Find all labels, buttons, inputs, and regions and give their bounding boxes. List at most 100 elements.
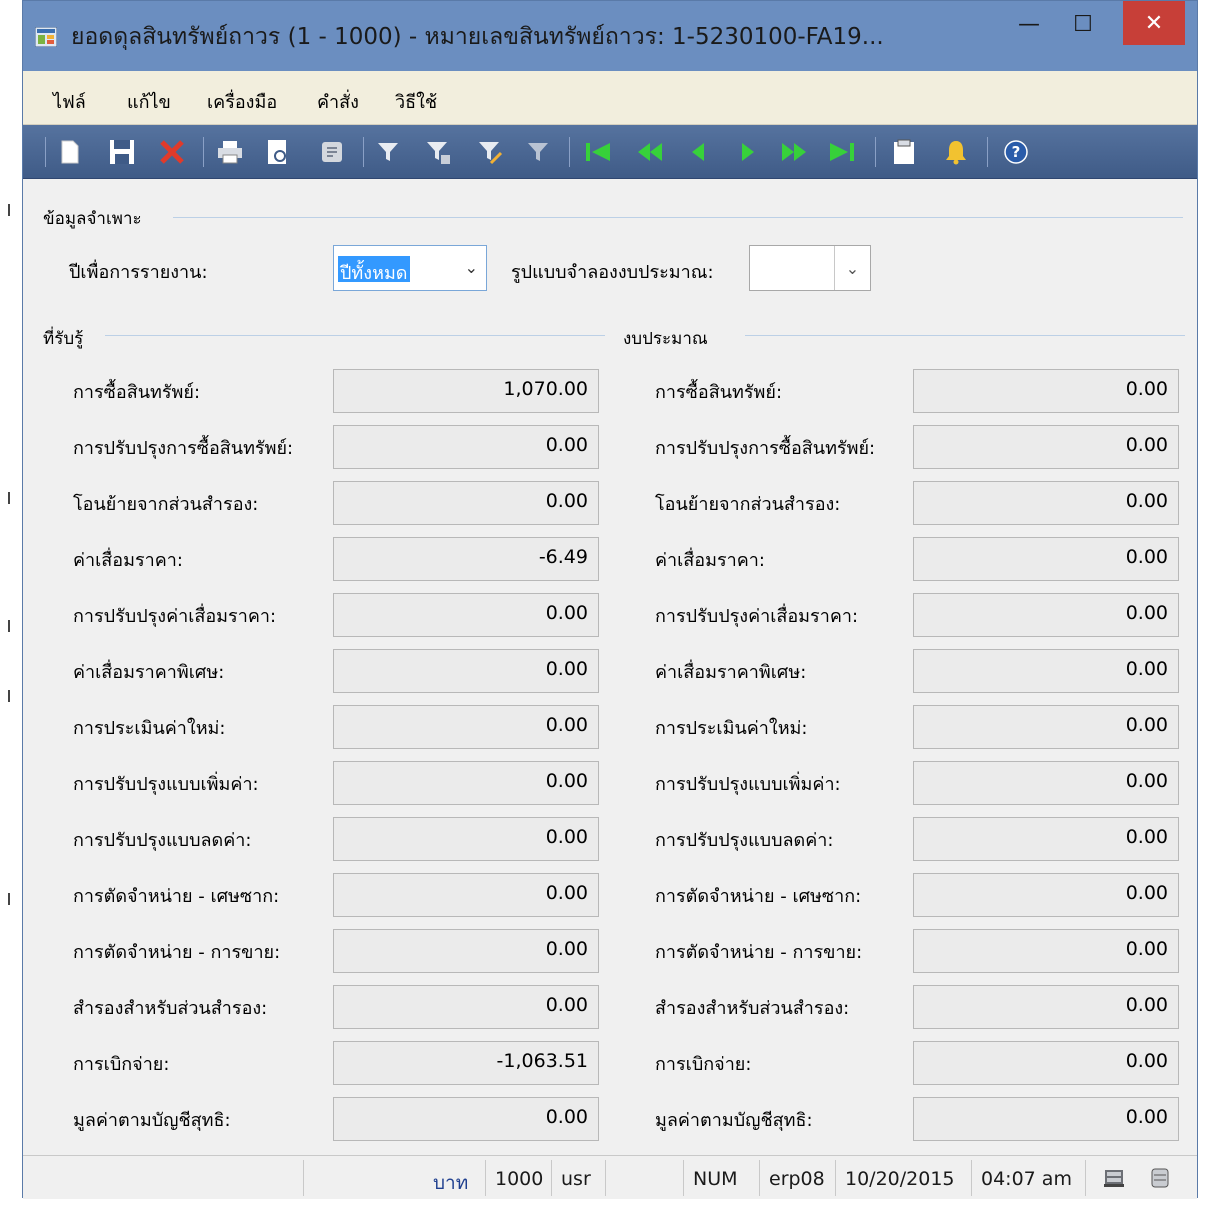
previous-page-icon[interactable] (635, 137, 665, 167)
received-field[interactable]: 0.00 (333, 593, 599, 637)
received-field[interactable]: 0.00 (333, 649, 599, 693)
menu-tools[interactable]: เครื่องมือ (207, 87, 277, 116)
received-label: การตัดจำหน่าย - เศษซาก: (73, 886, 280, 907)
first-record-icon[interactable] (583, 137, 613, 167)
budget-label: การประเมินค่าใหม่: (655, 718, 808, 739)
budget-field[interactable]: 0.00 (913, 649, 1179, 693)
budget-field[interactable]: 0.00 (913, 817, 1179, 861)
received-field[interactable]: -1,063.51 (333, 1041, 599, 1085)
received-label: ค่าเสื่อมราคาพิเศษ: (73, 662, 225, 683)
year-combo-value: ปีทั้งหมด (338, 256, 410, 284)
received-label: การปรับปรุงแบบลดค่า: (73, 830, 252, 851)
toolbar-separator (569, 137, 570, 167)
status-separator (683, 1160, 684, 1196)
minimize-button[interactable]: — (1011, 1, 1047, 47)
received-field[interactable]: 1,070.00 (333, 369, 599, 413)
window-title: ยอดดุลสินทรัพย์ถาวร (1 - 1000) - หมายเลข… (71, 24, 884, 50)
received-label: การปรับปรุงแบบเพิ่มค่า: (73, 774, 259, 795)
budget-label: โอนย้ายจากส่วนสำรอง: (655, 494, 841, 515)
budget-field[interactable]: 0.00 (913, 481, 1179, 525)
save-icon[interactable] (107, 137, 137, 167)
menu-bar: ไฟล์ แก้ไข เครื่องมือ คำสั่ง วิธีใช้ (23, 71, 1197, 125)
status-window-icon[interactable] (1099, 1163, 1129, 1193)
received-field[interactable]: 0.00 (333, 929, 599, 973)
received-label: การซื้อสินทรัพย์: (73, 382, 201, 403)
menu-command[interactable]: คำสั่ง (317, 87, 359, 116)
print-preview-icon[interactable] (263, 137, 293, 167)
edge-mark (8, 620, 10, 632)
status-user: usr (561, 1168, 591, 1190)
new-icon[interactable] (55, 137, 85, 167)
received-field[interactable]: -6.49 (333, 537, 599, 581)
filter-by-selection-icon[interactable] (423, 137, 453, 167)
received-field[interactable]: 0.00 (333, 817, 599, 861)
form-content: ข้อมูลจำเพาะ ปีเพื่อการรายงาน: ปีทั้งหมด… (23, 179, 1197, 1155)
budget-model-combo[interactable]: ⌄ (749, 245, 871, 291)
alert-icon[interactable] (941, 137, 971, 167)
status-currency[interactable]: บาท (433, 1168, 468, 1198)
next-record-icon[interactable] (733, 137, 763, 167)
menu-file[interactable]: ไฟล์ (53, 87, 86, 116)
last-record-icon[interactable] (827, 137, 857, 167)
year-combo[interactable]: ปีทั้งหมด ⌄ (333, 245, 487, 291)
budget-field[interactable]: 0.00 (913, 705, 1179, 749)
delete-icon[interactable] (157, 137, 187, 167)
received-field[interactable]: 0.00 (333, 1097, 599, 1141)
fixed-asset-balances-window: ยอดดุลสินทรัพย์ถาวร (1 - 1000) - หมายเลข… (22, 0, 1198, 1199)
status-date: 10/20/2015 (845, 1168, 955, 1190)
help-icon[interactable]: ? (1001, 137, 1031, 167)
budget-group-title: งบประมาณ (623, 329, 708, 349)
budget-field[interactable]: 0.00 (913, 425, 1179, 469)
title-bar[interactable]: ยอดดุลสินทรัพย์ถาวร (1 - 1000) - หมายเลข… (23, 1, 1197, 71)
received-group-line (105, 335, 605, 336)
close-button[interactable]: ✕ (1123, 1, 1185, 45)
budget-label: การตัดจำหน่าย - การขาย: (655, 942, 863, 963)
budget-field[interactable]: 0.00 (913, 873, 1179, 917)
received-field[interactable]: 0.00 (333, 761, 599, 805)
advanced-filter-icon[interactable] (475, 137, 505, 167)
budget-field[interactable]: 0.00 (913, 593, 1179, 637)
budget-field[interactable]: 0.00 (913, 761, 1179, 805)
specific-group-title: ข้อมูลจำเพาะ (43, 209, 142, 229)
chevron-down-icon[interactable]: ⌄ (465, 258, 478, 277)
menu-edit[interactable]: แก้ไข (127, 87, 171, 116)
budget-field[interactable]: 0.00 (913, 369, 1179, 413)
status-database-icon[interactable] (1145, 1163, 1175, 1193)
budget-field[interactable]: 0.00 (913, 985, 1179, 1029)
next-page-icon[interactable] (779, 137, 809, 167)
received-field[interactable]: 0.00 (333, 481, 599, 525)
budget-field[interactable]: 0.00 (913, 1041, 1179, 1085)
budget-label: ค่าเสื่อมราคา: (655, 550, 765, 571)
received-field[interactable]: 0.00 (333, 425, 599, 469)
received-field[interactable]: 0.00 (333, 985, 599, 1029)
budget-label: การปรับปรุงแบบลดค่า: (655, 830, 834, 851)
budget-field[interactable]: 0.00 (913, 929, 1179, 973)
export-icon[interactable] (317, 137, 347, 167)
received-group-title: ที่รับรู้ (43, 329, 84, 349)
maximize-button[interactable]: ☐ (1063, 1, 1103, 47)
status-separator (1085, 1160, 1086, 1196)
previous-record-icon[interactable] (683, 137, 713, 167)
budget-field[interactable]: 0.00 (913, 1097, 1179, 1141)
chevron-down-icon[interactable]: ⌄ (834, 246, 870, 290)
received-label: สำรองสำหรับส่วนสำรอง: (73, 998, 268, 1019)
menu-help[interactable]: วิธีใช้ (395, 87, 437, 116)
print-icon[interactable] (215, 137, 245, 167)
status-separator (485, 1160, 486, 1196)
remove-filter-icon[interactable] (523, 137, 553, 167)
status-separator (605, 1160, 606, 1196)
received-label: ค่าเสื่อมราคา: (73, 550, 183, 571)
document-handling-icon[interactable] (889, 137, 919, 167)
budget-field[interactable]: 0.00 (913, 537, 1179, 581)
received-field[interactable]: 0.00 (333, 873, 599, 917)
toolbar-separator (203, 137, 204, 167)
toolbar: ? (23, 125, 1197, 179)
received-field[interactable]: 0.00 (333, 705, 599, 749)
toolbar-separator (875, 137, 876, 167)
edge-mark (8, 492, 10, 504)
filter-icon[interactable] (373, 137, 403, 167)
status-separator (551, 1160, 552, 1196)
status-company[interactable]: 1000 (495, 1168, 543, 1190)
status-numlock: NUM (693, 1168, 738, 1190)
svg-text:?: ? (1012, 143, 1021, 161)
